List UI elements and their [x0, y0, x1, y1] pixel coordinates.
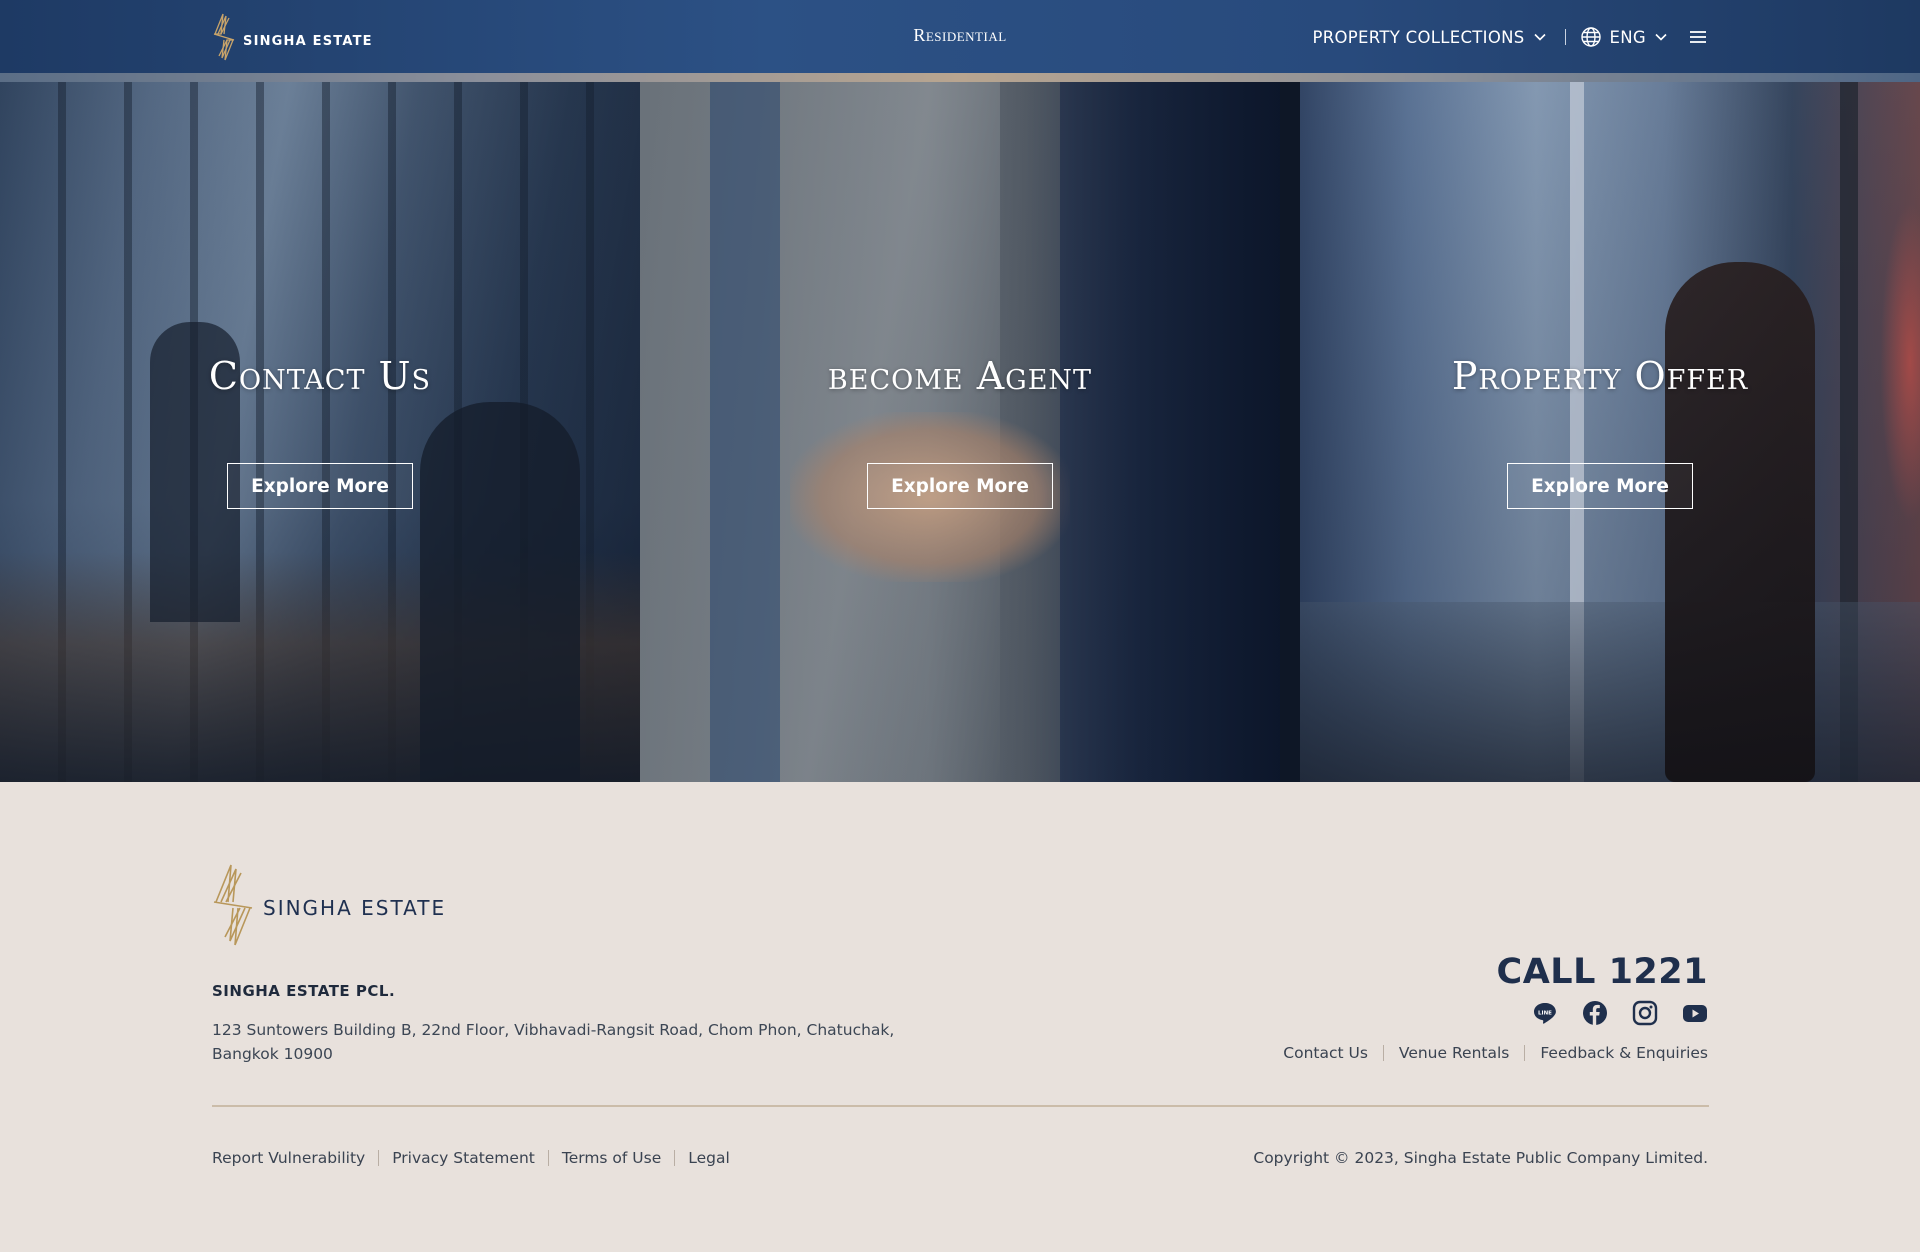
become-agent-panel[interactable]: become Agent Explore More	[640, 82, 1280, 782]
explore-more-button[interactable]: Explore More	[1507, 463, 1693, 509]
facebook-icon[interactable]	[1582, 1000, 1608, 1026]
globe-icon	[1580, 27, 1601, 47]
language-label: ENG	[1609, 27, 1646, 47]
shirt-image	[710, 82, 780, 782]
address-line: 123 Suntowers Building B, 22nd Floor, Vi…	[212, 1021, 895, 1039]
dark-suit-image	[1060, 82, 1280, 782]
nav-divider	[1564, 29, 1566, 45]
property-collections-dropdown[interactable]: PROPERTY COLLECTIONS	[1312, 28, 1546, 47]
explore-more-button[interactable]: Explore More	[867, 463, 1053, 509]
contact-us-panel[interactable]: Contact Us Explore More	[0, 82, 640, 782]
person-silhouette-image	[420, 402, 580, 782]
singha-logo-icon	[213, 13, 235, 61]
chevron-down-icon	[1655, 33, 1667, 41]
call-number[interactable]: CALL 1221	[1497, 952, 1708, 992]
contact-us-link[interactable]: Contact Us	[1283, 1044, 1368, 1062]
link-divider	[378, 1150, 380, 1166]
panel-title: Property Offer	[1451, 354, 1749, 398]
hero-panels: Contact Us Explore More become Agent Exp…	[0, 82, 1920, 782]
section-title[interactable]: Residential	[860, 25, 1060, 46]
panel-edge	[1280, 82, 1300, 782]
link-divider	[547, 1150, 549, 1166]
terms-of-use-link[interactable]: Terms of Use	[562, 1149, 661, 1167]
footer-logo[interactable]: SINGHA ESTATE	[211, 862, 446, 948]
hamburger-menu-icon[interactable]	[1688, 29, 1708, 45]
venue-rentals-link[interactable]: Venue Rentals	[1399, 1044, 1509, 1062]
panel-title: become Agent	[827, 354, 1093, 398]
legal-link[interactable]: Legal	[688, 1149, 730, 1167]
link-divider	[1524, 1045, 1526, 1061]
company-name: SINGHA ESTATE PCL.	[212, 982, 396, 1000]
chevron-down-icon	[1533, 33, 1546, 41]
legal-links: Report Vulnerability Privacy Statement T…	[212, 1149, 730, 1167]
company-address: 123 Suntowers Building B, 22nd Floor, Vi…	[212, 1018, 972, 1066]
woman-silhouette-image	[1665, 262, 1815, 782]
line-icon[interactable]: LINE	[1532, 1000, 1558, 1026]
footer-brand-name: SINGHA ESTATE	[263, 896, 447, 920]
link-divider	[1382, 1045, 1384, 1061]
youtube-icon[interactable]	[1682, 1000, 1708, 1026]
language-dropdown[interactable]: ENG	[1580, 26, 1668, 48]
site-header: SINGHA ESTATE Residential PROPERTY COLLE…	[0, 0, 1920, 73]
footer-divider	[212, 1105, 1709, 1107]
property-collections-label: PROPERTY COLLECTIONS	[1312, 27, 1525, 47]
city-view-image	[1300, 602, 1920, 782]
header-accent-strip	[0, 73, 1920, 82]
site-footer: SINGHA ESTATE SINGHA ESTATE PCL. 123 Sun…	[0, 782, 1920, 1252]
singha-logo-icon	[213, 864, 253, 946]
copyright-text: Copyright © 2023, Singha Estate Public C…	[1253, 1149, 1708, 1167]
report-vulnerability-link[interactable]: Report Vulnerability	[212, 1149, 365, 1167]
instagram-icon[interactable]	[1632, 1000, 1658, 1026]
header-nav: PROPERTY COLLECTIONS ENG	[1312, 22, 1708, 52]
svg-text:LINE: LINE	[1538, 1011, 1552, 1017]
social-links: LINE	[1532, 1000, 1708, 1026]
link-divider	[674, 1150, 676, 1166]
brand-logo[interactable]: SINGHA ESTATE	[211, 12, 373, 62]
address-line: Bangkok 10900	[212, 1045, 333, 1063]
brand-name: SINGHA ESTATE	[243, 33, 373, 49]
privacy-statement-link[interactable]: Privacy Statement	[392, 1149, 535, 1167]
explore-more-button[interactable]: Explore More	[227, 463, 413, 509]
panel-title: Contact Us	[208, 354, 432, 398]
feedback-enquiries-link[interactable]: Feedback & Enquiries	[1540, 1044, 1708, 1062]
property-offer-panel[interactable]: Property Offer Explore More	[1280, 82, 1920, 782]
footer-links: Contact Us Venue Rentals Feedback & Enqu…	[1283, 1044, 1708, 1062]
